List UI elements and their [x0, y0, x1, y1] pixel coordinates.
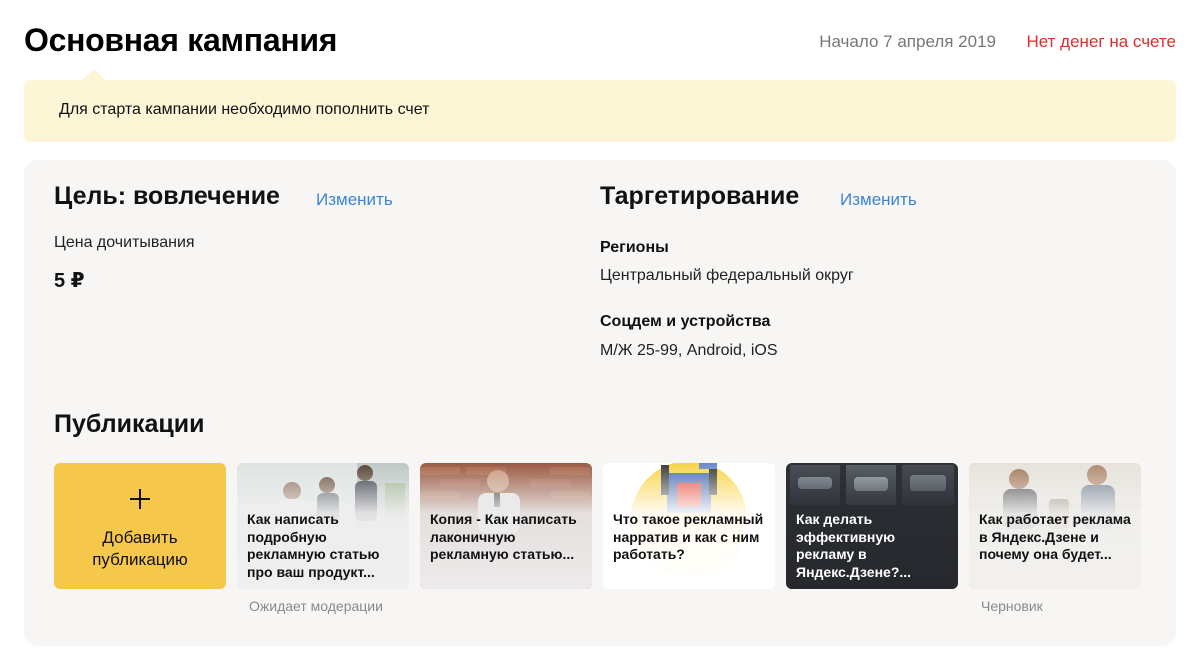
publication-title: Что такое рекламный нарратив и как с ним… — [613, 511, 764, 562]
publications-title: Публикации — [54, 410, 205, 438]
socdem-label: Соцдем и устройства — [600, 313, 771, 330]
publication-status: Черновик — [981, 598, 1043, 614]
publication-title: Как делать эффективную рекламу в Яндекс.… — [796, 511, 912, 580]
notice-text: Для старта кампании необходимо пополнить… — [59, 101, 430, 118]
regions-value: Центральный федеральный округ — [600, 267, 854, 284]
page-title: Основная кампания — [24, 22, 338, 58]
publication-card[interactable]: Копия - Как написать лаконичную рекламну… — [420, 463, 592, 589]
goal-edit-link[interactable]: Изменить — [316, 190, 393, 210]
publication-card[interactable]: Как написать подробную рекламную статью … — [237, 463, 409, 589]
price-label: Цена дочитывания — [54, 234, 195, 251]
publication-card[interactable]: Как работает реклама в Яндекс.Дзене и по… — [969, 463, 1141, 589]
publication-title: Копия - Как написать лаконичную рекламну… — [430, 511, 577, 562]
publication-title: Как написать подробную рекламную статью … — [247, 511, 380, 580]
notice-arrow — [82, 70, 106, 80]
money-status: Нет денег на счете — [1026, 32, 1177, 51]
publication-card[interactable]: Что такое рекламный нарратив и как с ним… — [603, 463, 775, 589]
publication-status: Ожидает модерации — [249, 598, 383, 614]
add-publication-label: Добавить публикацию — [92, 528, 188, 569]
top-up-notice: Для старта кампании необходимо пополнить… — [24, 70, 1176, 142]
plus-icon — [130, 489, 150, 509]
socdem-value: М/Ж 25-99, Android, iOS — [600, 342, 778, 359]
targeting-edit-link[interactable]: Изменить — [840, 190, 917, 210]
publication-card[interactable]: Как делать эффективную рекламу в Яндекс.… — [786, 463, 958, 589]
targeting-title: Таргетирование — [600, 182, 800, 210]
page-header: Основная кампания Начало 7 апреля 2019 Н… — [24, 20, 1176, 64]
price-value: 5 ₽ — [54, 270, 85, 292]
regions-label: Регионы — [600, 239, 669, 256]
publication-title: Как работает реклама в Яндекс.Дзене и по… — [979, 511, 1131, 562]
add-publication-button[interactable]: Добавить публикацию — [54, 463, 226, 589]
campaign-start-date: Начало 7 апреля 2019 — [819, 32, 996, 51]
goal-title: Цель: вовлечение — [54, 182, 280, 210]
campaign-panel: Цель: вовлечение Изменить Цена дочитыван… — [24, 160, 1176, 646]
